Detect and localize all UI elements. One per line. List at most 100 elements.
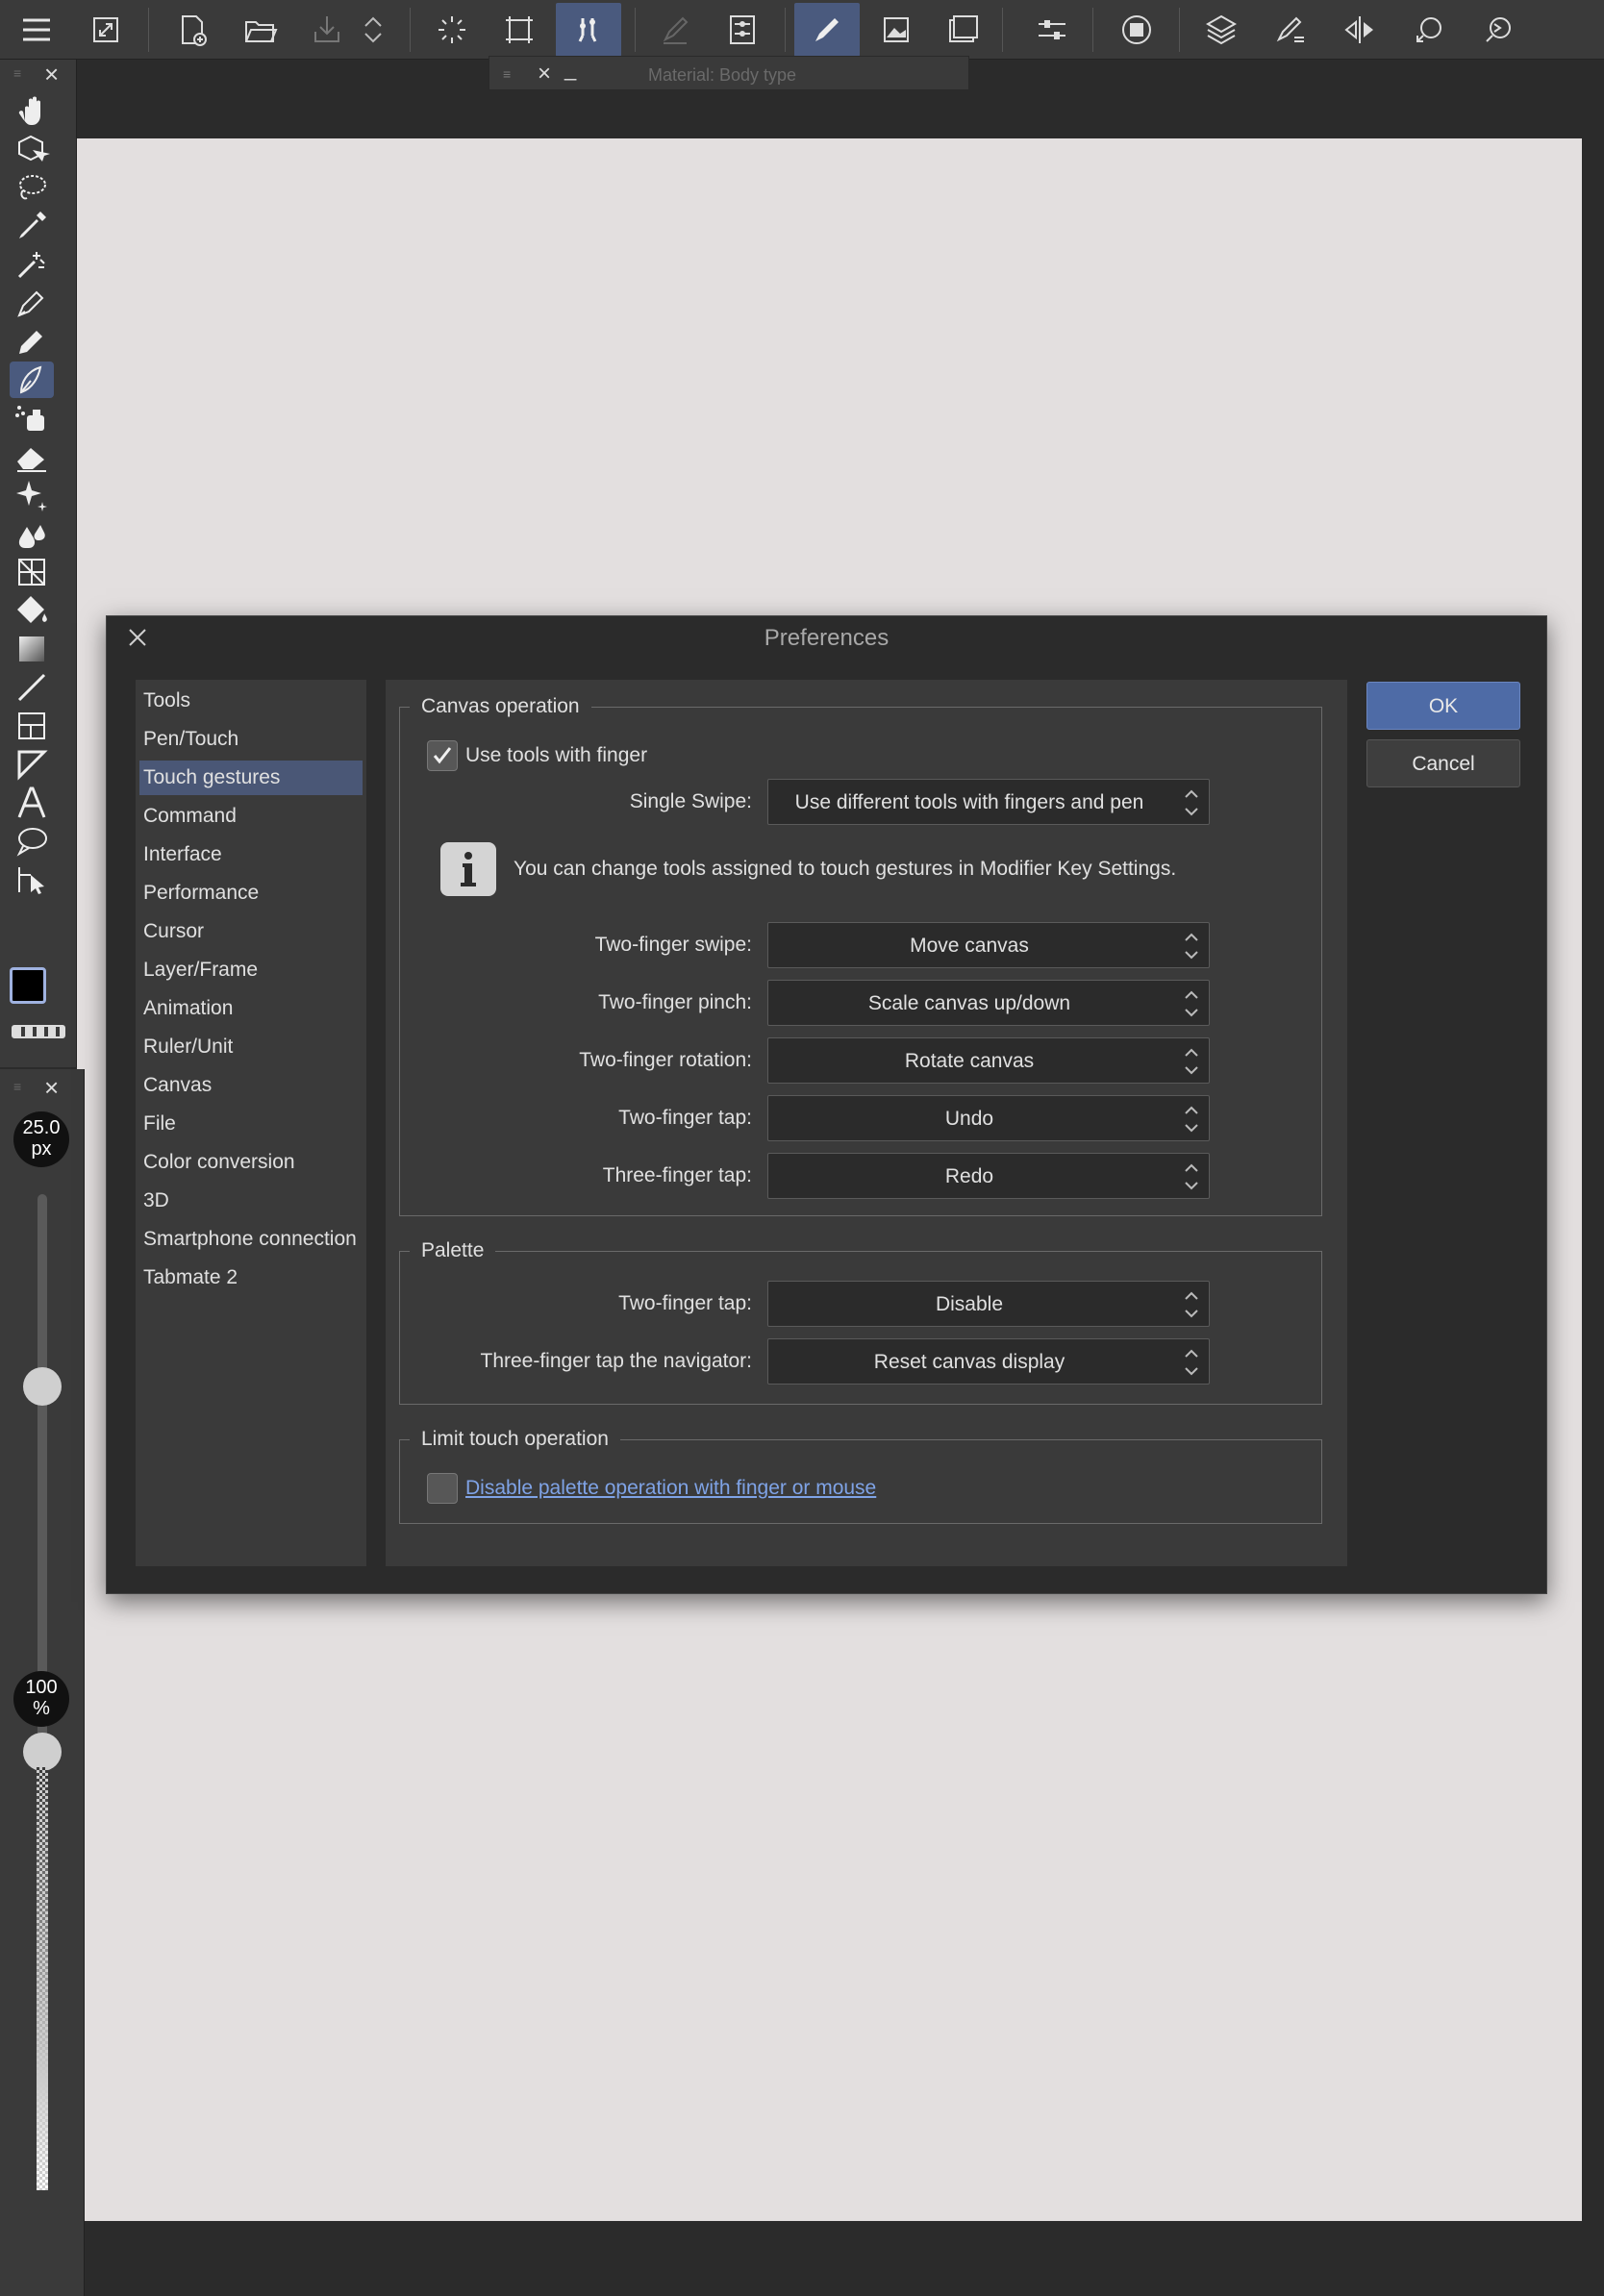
- rotate-right-icon[interactable]: [1466, 3, 1531, 57]
- gradient-tool-icon[interactable]: [10, 631, 54, 667]
- category-3d[interactable]: 3D: [139, 1184, 363, 1218]
- select-value: Redo: [944, 1165, 994, 1187]
- disable-palette-checkbox[interactable]: [427, 1473, 458, 1504]
- brush-size-value: 25.0: [22, 1117, 61, 1138]
- grip-icon[interactable]: ≡: [503, 66, 511, 82]
- close-icon[interactable]: ×: [44, 60, 59, 89]
- ok-button[interactable]: OK: [1366, 682, 1520, 730]
- save-icon[interactable]: [294, 3, 360, 57]
- pen-disabled-icon[interactable]: [642, 3, 708, 57]
- category-layer-frame[interactable]: Layer/Frame: [139, 953, 363, 987]
- category-performance[interactable]: Performance: [139, 876, 363, 911]
- palette-two-finger-tap-label: Two-finger tap:: [618, 1292, 752, 1314]
- canvas-operation-group: Canvas operation Use tools with finger S…: [399, 690, 1322, 1216]
- fullscreen-icon[interactable]: [73, 3, 138, 57]
- line-tool-icon[interactable]: [10, 669, 54, 706]
- layer-property-icon[interactable]: [1258, 3, 1323, 57]
- category-tabmate-2[interactable]: Tabmate 2: [139, 1260, 363, 1295]
- two-finger-pinch-select[interactable]: Scale canvas up/down: [767, 980, 1210, 1026]
- close-icon[interactable]: ×: [44, 1073, 59, 1103]
- main-color-swatch[interactable]: [10, 967, 46, 1004]
- pencil-tool-icon[interactable]: [10, 323, 54, 360]
- sliders-icon[interactable]: [1019, 3, 1085, 57]
- navigator-icon[interactable]: [1104, 3, 1169, 57]
- layers-icon[interactable]: [1189, 3, 1254, 57]
- close-icon[interactable]: ×: [538, 61, 551, 87]
- category-file[interactable]: File: [139, 1107, 363, 1141]
- two-finger-rotation-select[interactable]: Rotate canvas: [767, 1037, 1210, 1084]
- eyedropper-tool-icon[interactable]: [10, 208, 54, 244]
- category-ruler-unit[interactable]: Ruler/Unit: [139, 1030, 363, 1064]
- two-finger-swipe-label: Two-finger swipe:: [594, 934, 752, 956]
- ruler-tool-icon[interactable]: [10, 746, 54, 783]
- opacity-knob[interactable]: [23, 1733, 62, 1771]
- decoration-tool-icon[interactable]: [10, 477, 54, 513]
- loading-icon[interactable]: [419, 3, 485, 57]
- layer-settings-icon[interactable]: [710, 3, 775, 57]
- category-command[interactable]: Command: [139, 799, 363, 834]
- opacity-slider[interactable]: [37, 1767, 48, 2190]
- image-icon[interactable]: [864, 3, 929, 57]
- three-finger-tap-navigator-select[interactable]: Reset canvas display: [767, 1338, 1210, 1385]
- flip-icon[interactable]: [1327, 3, 1392, 57]
- info-icon: [440, 842, 496, 896]
- pen-tool-icon[interactable]: [10, 285, 54, 321]
- category-list: Tools Pen/Touch Touch gestures Command I…: [136, 680, 366, 1566]
- grip-icon[interactable]: ≡: [13, 1079, 21, 1094]
- magic-wand-tool-icon[interactable]: [10, 246, 54, 283]
- lasso-tool-icon[interactable]: [10, 169, 54, 206]
- brush-size-knob[interactable]: [23, 1367, 62, 1406]
- disable-palette-link[interactable]: Disable palette operation with finger or…: [465, 1477, 876, 1500]
- transparent-color-toggle[interactable]: [12, 1025, 65, 1038]
- brush-size-slider[interactable]: [38, 1194, 47, 1742]
- open-folder-icon[interactable]: [227, 3, 292, 57]
- category-interface[interactable]: Interface: [139, 837, 363, 872]
- category-animation[interactable]: Animation: [139, 991, 363, 1026]
- select-value: Scale canvas up/down: [867, 992, 1071, 1014]
- new-file-icon[interactable]: [160, 3, 225, 57]
- hand-tool-icon[interactable]: [10, 92, 54, 129]
- category-canvas[interactable]: Canvas: [139, 1068, 363, 1103]
- two-finger-swipe-select[interactable]: Move canvas: [767, 922, 1210, 968]
- airbrush-tool-icon[interactable]: [10, 400, 54, 437]
- minimize-icon[interactable]: _: [564, 57, 576, 82]
- figure-tool-icon[interactable]: [10, 554, 54, 590]
- category-tools[interactable]: Tools: [139, 684, 363, 718]
- two-finger-tap-select[interactable]: Undo: [767, 1095, 1210, 1141]
- opacity-value: 100: [25, 1677, 58, 1698]
- finger-tool-icon[interactable]: [556, 3, 621, 57]
- correct-line-tool-icon[interactable]: [10, 861, 54, 898]
- single-swipe-select[interactable]: Use different tools with fingers and pen: [767, 779, 1210, 825]
- three-finger-tap-navigator-label: Three-finger tap the navigator:: [480, 1350, 753, 1372]
- select-value: Undo: [944, 1108, 994, 1130]
- fill-tool-icon[interactable]: [10, 592, 54, 629]
- draw-mode-icon[interactable]: [794, 3, 860, 57]
- object-tool-icon[interactable]: [10, 131, 54, 167]
- category-pen-touch[interactable]: Pen/Touch: [139, 722, 363, 757]
- tool-palette: ≡ ×: [0, 60, 77, 1067]
- screen-icon[interactable]: [931, 3, 996, 57]
- text-tool-icon[interactable]: [10, 785, 54, 821]
- transform-icon[interactable]: [487, 3, 552, 57]
- cancel-button[interactable]: Cancel: [1366, 739, 1520, 787]
- category-smartphone-connection[interactable]: Smartphone connection: [139, 1222, 363, 1257]
- three-finger-tap-select[interactable]: Redo: [767, 1153, 1210, 1199]
- spinner-icon: [1185, 1106, 1198, 1133]
- frame-tool-icon[interactable]: [10, 708, 54, 744]
- color-swatches[interactable]: [10, 967, 67, 1017]
- balloon-tool-icon[interactable]: [10, 823, 54, 860]
- category-cursor[interactable]: Cursor: [139, 914, 363, 949]
- menu-icon[interactable]: [4, 3, 69, 57]
- category-touch-gestures[interactable]: Touch gestures: [139, 761, 363, 795]
- use-tools-with-finger-label[interactable]: Use tools with finger: [465, 744, 647, 767]
- palette-group: Palette Two-finger tap: Disable Three-fi…: [399, 1235, 1322, 1405]
- eraser-tool-icon[interactable]: [10, 438, 54, 475]
- grip-icon[interactable]: ≡: [13, 65, 21, 81]
- brush-tool-icon[interactable]: [10, 362, 54, 398]
- category-color-conversion[interactable]: Color conversion: [139, 1145, 363, 1180]
- use-tools-with-finger-checkbox[interactable]: [427, 740, 458, 771]
- blend-tool-icon[interactable]: [10, 515, 54, 552]
- rotate-left-icon[interactable]: [1396, 3, 1462, 57]
- updown-icon[interactable]: [352, 3, 394, 57]
- palette-two-finger-tap-select[interactable]: Disable: [767, 1281, 1210, 1327]
